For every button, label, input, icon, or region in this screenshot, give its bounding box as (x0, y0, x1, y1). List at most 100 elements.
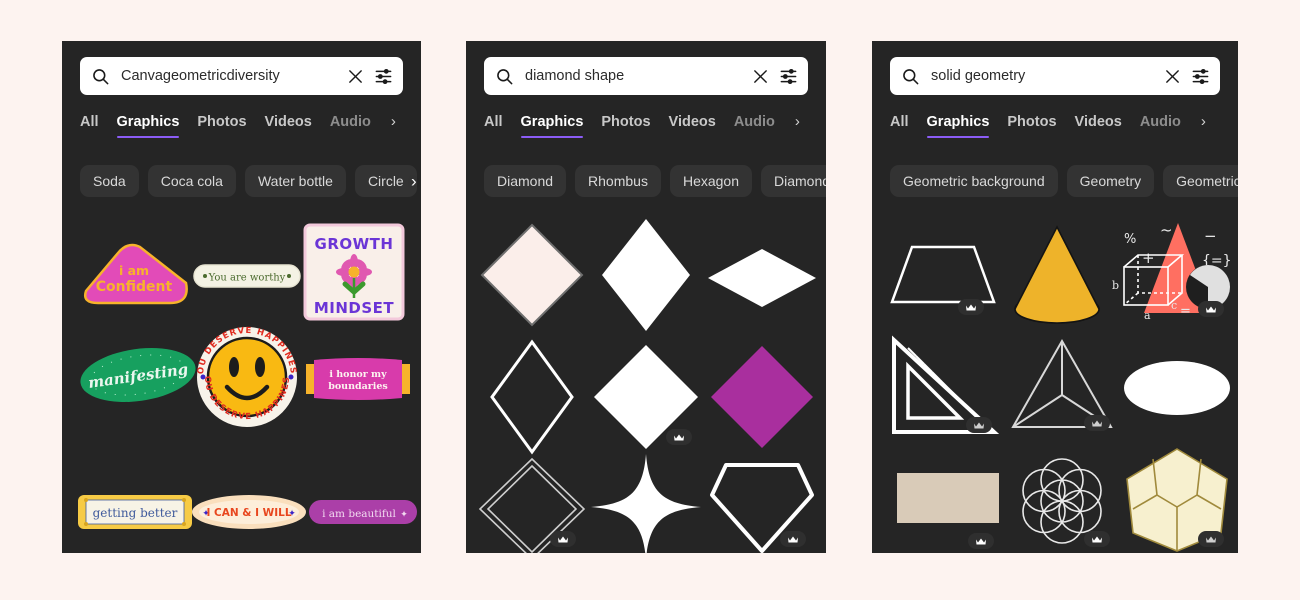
tab-all[interactable]: All (484, 110, 503, 139)
result-i-am-confident[interactable]: i am Confident (78, 233, 198, 315)
tab-graphics[interactable]: Graphics (926, 110, 989, 139)
tab-photos[interactable]: Photos (197, 110, 246, 139)
result-magenta-diamond[interactable] (706, 343, 818, 451)
chip-coca-cola[interactable]: Coca cola (147, 165, 236, 197)
wide-rhombus-shape (708, 249, 816, 307)
result-white-ellipse[interactable] (1120, 357, 1234, 419)
search-panel-1: Canvageometricdiversity All Graphics Pho… (62, 41, 421, 553)
tab-all[interactable]: All (80, 110, 99, 139)
ellipse-shape (1124, 361, 1230, 415)
result-you-are-worthy[interactable]: You are worthy (192, 261, 302, 291)
ruler-ticks (907, 347, 973, 413)
tab-graphics[interactable]: Graphics (116, 110, 179, 139)
filter-sliders-icon[interactable] (779, 67, 798, 86)
result-tall-rhombus[interactable] (590, 217, 702, 333)
chip-soda[interactable]: Soda (80, 165, 139, 197)
label-c: c (1171, 299, 1177, 312)
result-manifesting[interactable]: manifesting (78, 339, 198, 411)
result-yellow-cone[interactable] (1000, 223, 1114, 327)
symbol-percent: % (1124, 232, 1136, 247)
result-tall-rhombus-outline[interactable] (482, 339, 582, 455)
sticker-line-2: Confident (96, 279, 173, 295)
sticker-text: You are worthy (208, 273, 286, 284)
stamp-sticker-shape: GROWTH MINDSET (303, 223, 405, 321)
ellipse-sticker-shape: manifesting (80, 348, 196, 402)
suggestion-chips: Soda Coca cola Water bottle Circle › (80, 165, 421, 197)
cone-shape (1014, 225, 1100, 324)
tab-audio[interactable]: Audio (734, 110, 775, 139)
close-icon[interactable] (347, 68, 364, 85)
search-input[interactable]: diamond shape (525, 68, 752, 84)
result-outlined-square-diamond[interactable] (476, 219, 588, 331)
tab-photos[interactable]: Photos (601, 110, 650, 139)
result-i-can-and-i-will[interactable]: ✦ ✦ I CAN & I WILL (190, 492, 308, 532)
chip-diamond[interactable]: Diamond (484, 165, 567, 197)
results-grid: % ~ + − {=} = b a c (872, 209, 1238, 553)
result-you-deserve-happiness[interactable]: YOU DESERVE HAPPINESS YOU DESERVE HAPPIN… (190, 318, 304, 427)
category-tabs: All Graphics Photos Videos Audio › (80, 110, 415, 139)
symbol-equals: = (1180, 304, 1191, 319)
close-icon[interactable] (1164, 68, 1181, 85)
chip-label: Circle (367, 173, 404, 189)
rectangle-shape (897, 473, 999, 523)
chip-geometric-shapes[interactable]: Geometric shapes› (1163, 165, 1238, 197)
result-i-honor-my-boundaries[interactable]: i honor my boundaries (306, 357, 410, 401)
symbol-plus: + (1142, 249, 1155, 267)
chip-hexagon[interactable]: Hexagon (669, 165, 752, 197)
crown-icon (966, 304, 976, 310)
sticker-text: i am beautiful (322, 508, 396, 520)
results-grid: i am Confident You are worthy GROWTH MIN… (62, 209, 421, 553)
close-icon[interactable] (752, 68, 769, 85)
crown-icon (976, 538, 986, 544)
chip-rhombus[interactable]: Rhombus (575, 165, 661, 197)
tab-all[interactable]: All (890, 110, 909, 139)
tab-photos[interactable]: Photos (1007, 110, 1056, 139)
crown-icon (674, 434, 684, 440)
stamp-line-1: GROWTH (315, 235, 394, 253)
result-growth-mindset[interactable]: GROWTH MINDSET (298, 219, 410, 325)
crown-icon (974, 422, 984, 428)
filter-sliders-icon[interactable] (374, 67, 393, 86)
search-bar[interactable]: diamond shape (484, 57, 808, 95)
tabs-next-chevron-icon[interactable]: › (793, 110, 800, 130)
screenshot-stage: Canvageometricdiversity All Graphics Pho… (0, 0, 1300, 600)
category-tabs: All Graphics Photos Videos Audio › (890, 110, 1232, 139)
stamp-line-2: MINDSET (314, 299, 395, 317)
chip-geometry[interactable]: Geometry (1066, 165, 1155, 197)
crown-icon (1206, 306, 1216, 312)
result-i-am-beautiful[interactable]: i am beautiful ✦ (308, 497, 418, 527)
result-getting-better[interactable]: getting better (76, 491, 194, 533)
tab-graphics[interactable]: Graphics (520, 110, 583, 139)
search-bar[interactable]: solid geometry (890, 57, 1220, 95)
search-input[interactable]: solid geometry (931, 68, 1164, 84)
trapezoid-outline-shape (890, 245, 996, 304)
chip-circle[interactable]: Circle › (354, 165, 417, 197)
result-trapezoid-outline[interactable] (884, 233, 1002, 317)
search-input[interactable]: Canvageometricdiversity (121, 68, 347, 84)
sticker-line-1: i am (119, 263, 149, 278)
search-bar[interactable]: Canvageometricdiversity (80, 57, 403, 95)
filter-sliders-icon[interactable] (1191, 67, 1210, 86)
results-grid (466, 209, 826, 553)
tabs-next-chevron-icon[interactable]: › (1199, 110, 1206, 130)
tabs-next-chevron-icon[interactable]: › (389, 110, 396, 130)
tab-videos[interactable]: Videos (265, 110, 312, 139)
tab-videos[interactable]: Videos (669, 110, 716, 139)
chips-next-chevron-icon[interactable]: › (411, 173, 417, 190)
chip-geometric-background[interactable]: Geometric background (890, 165, 1058, 197)
result-wide-rhombus[interactable] (706, 243, 818, 313)
tab-videos[interactable]: Videos (1075, 110, 1122, 139)
tab-audio[interactable]: Audio (330, 110, 371, 139)
crown-icon (1092, 420, 1102, 426)
square-diamond-outline-shape (480, 223, 584, 327)
sparkle-shape (591, 454, 701, 553)
pro-badge (1084, 415, 1110, 431)
pro-badge (968, 533, 994, 549)
result-four-point-sparkle[interactable] (590, 454, 702, 553)
tab-audio[interactable]: Audio (1140, 110, 1181, 139)
chip-diamond-ring[interactable]: Diamond ring› (761, 165, 826, 197)
tall-rhombus-shape (602, 219, 690, 331)
chip-water-bottle[interactable]: Water bottle (244, 165, 346, 197)
crown-icon (1092, 536, 1102, 542)
result-beige-rectangle[interactable] (892, 459, 1004, 537)
